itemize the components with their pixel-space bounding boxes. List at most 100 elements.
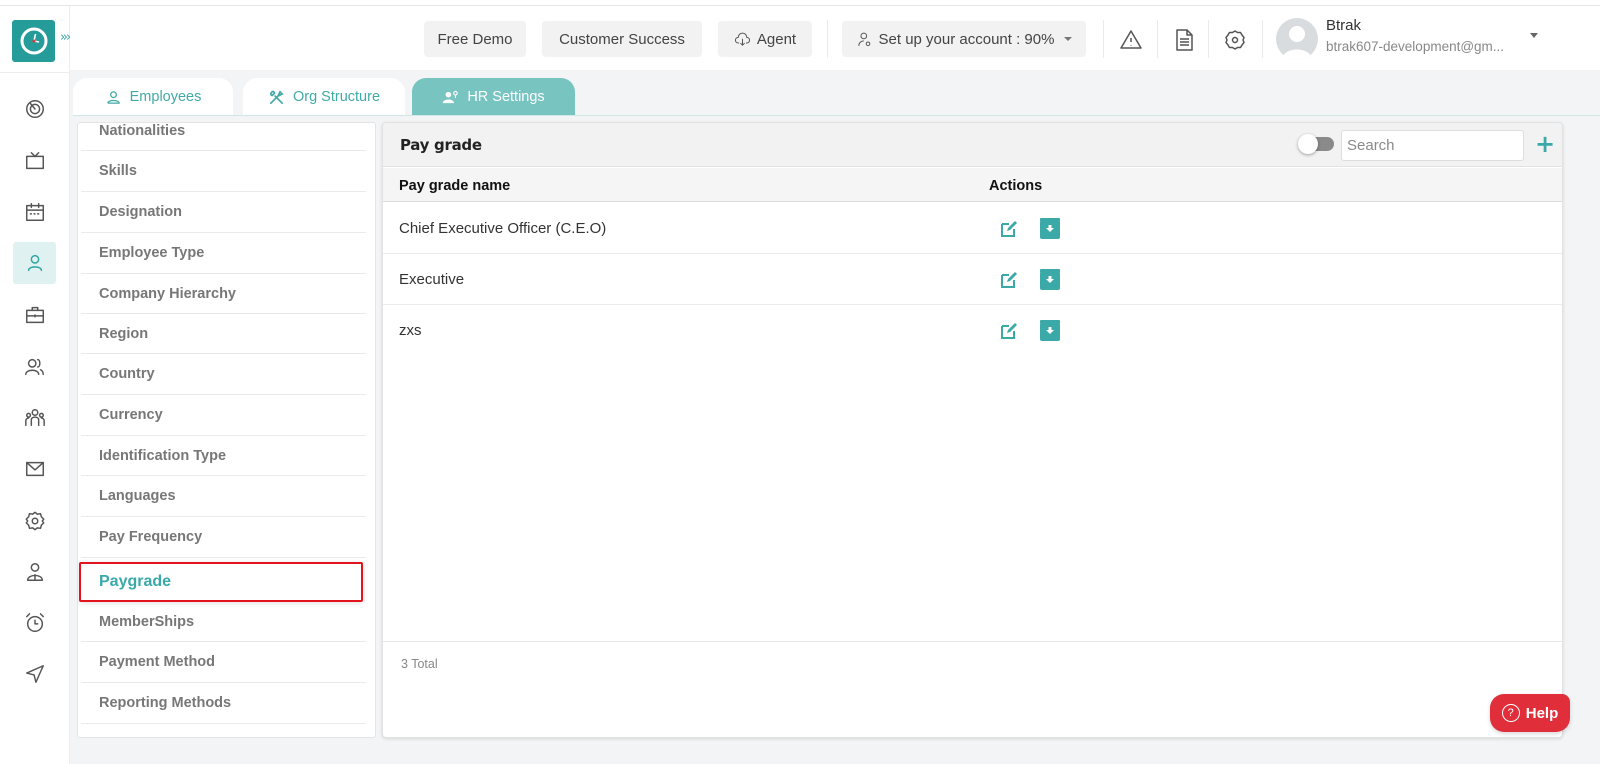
sidebar-item-settings[interactable] [13, 500, 56, 542]
sidebar-item-send[interactable] [13, 653, 56, 695]
caret-down-icon [1064, 37, 1073, 41]
tab-org-structure[interactable]: Org Structure [243, 78, 405, 116]
table-row: Chief Executive Officer (C.E.O) [383, 203, 1562, 254]
sidebar-item-timer[interactable] [13, 602, 56, 644]
free-demo-label: Free Demo [437, 30, 513, 48]
sidebar: »» [0, 6, 74, 764]
setup-account-label: Set up your account : 90% [878, 30, 1055, 48]
documents-button[interactable] [1172, 28, 1196, 52]
paygrade-panel: Pay grade + Pay grade name Actions Chief… [382, 122, 1563, 738]
calendar-icon [25, 203, 44, 221]
menu-item-skills[interactable]: Skills [81, 151, 366, 192]
divider [0, 72, 70, 73]
column-header-actions: Actions [989, 178, 1043, 194]
divider [827, 20, 828, 58]
user-setup-icon [857, 32, 870, 46]
table-row: Executive [383, 254, 1562, 305]
search-input[interactable] [1341, 130, 1524, 161]
menu-item-memberships[interactable]: MemberShips [81, 602, 366, 642]
tab-employees[interactable]: Employees [73, 78, 233, 116]
edit-icon[interactable] [1000, 271, 1018, 289]
menu-item-paygrade[interactable]: Paygrade [79, 562, 363, 602]
tv-icon [25, 152, 44, 170]
settings-icon [25, 511, 44, 531]
menu-item-payment-method[interactable]: Payment Method [81, 642, 366, 683]
menu-item-currency[interactable]: Currency [81, 395, 366, 436]
send-icon [25, 665, 44, 683]
tab-label: Employees [129, 89, 202, 105]
team-icon [24, 409, 45, 427]
alerts-button[interactable] [1119, 28, 1143, 52]
menu-item-pay-frequency[interactable]: Pay Frequency [81, 517, 366, 558]
tools-icon [269, 89, 284, 104]
menu-item-nationalities[interactable]: Nationalities [81, 123, 366, 151]
user-settings-icon [443, 90, 459, 103]
menu-item-reporting-methods[interactable]: Reporting Methods [81, 683, 366, 724]
app-logo[interactable] [12, 20, 55, 62]
paygrade-name: Chief Executive Officer (C.E.O) [399, 220, 607, 237]
divider [1103, 20, 1104, 58]
paygrade-name: zxs [399, 322, 422, 339]
briefcase-icon [25, 306, 44, 324]
sidebar-item-projects[interactable] [13, 294, 56, 336]
panel-header: Pay grade + [383, 123, 1562, 167]
agent-label: Agent [756, 30, 797, 48]
tab-label: HR Settings [467, 89, 545, 105]
sidebar-item-mail[interactable] [13, 448, 56, 490]
customer-success-button[interactable]: Customer Success [542, 21, 702, 57]
menu-item-employee-type[interactable]: Employee Type [81, 233, 366, 274]
toggle-knob [1298, 134, 1318, 154]
help-button[interactable]: ? Help [1490, 694, 1570, 732]
paygrade-name: Executive [399, 271, 465, 288]
menu-item-company-hierarchy[interactable]: Company Hierarchy [81, 274, 366, 314]
table-header: Pay grade name Actions [383, 168, 1562, 202]
add-paygrade-button[interactable]: + [1534, 131, 1556, 157]
clock-logo-icon [20, 27, 47, 55]
edit-icon[interactable] [1000, 322, 1018, 340]
table-row: zxs [383, 305, 1562, 356]
sidebar-item-calendar[interactable] [13, 191, 56, 233]
users-icon [24, 358, 44, 376]
archive-icon[interactable] [1040, 218, 1060, 239]
dashboard-icon [25, 100, 44, 118]
sidebar-item-team[interactable] [13, 397, 56, 439]
customer-success-label: Customer Success [559, 30, 685, 48]
alarm-clock-icon [25, 613, 44, 632]
hr-settings-menu: Nationalities Skills Designation Employe… [77, 122, 376, 738]
sidebar-item-tv[interactable] [13, 140, 56, 182]
panel-footer-divider [383, 641, 1562, 642]
user-name: Btrak [1326, 17, 1362, 34]
edit-icon[interactable] [1000, 220, 1018, 238]
user-icon [27, 254, 42, 272]
free-demo-button[interactable]: Free Demo [424, 21, 526, 57]
help-label: Help [1525, 704, 1559, 722]
setup-account-dropdown[interactable]: Set up your account : 90% [842, 21, 1086, 57]
sidebar-item-dashboard[interactable] [13, 88, 56, 130]
document-icon [1176, 29, 1193, 51]
panel-title: Pay grade [400, 136, 482, 154]
archive-icon[interactable] [1040, 269, 1060, 290]
menu-item-country[interactable]: Country [81, 354, 366, 395]
divider [1157, 20, 1158, 58]
divider [1262, 20, 1263, 58]
menu-item-region[interactable]: Region [81, 314, 366, 354]
user-icon [106, 90, 120, 104]
divider [1208, 20, 1209, 58]
menu-item-languages[interactable]: Languages [81, 476, 366, 517]
sidebar-item-employees[interactable] [13, 242, 56, 284]
archived-toggle[interactable] [1298, 134, 1334, 154]
agent-button[interactable]: Agent [718, 21, 812, 57]
tab-hr-settings[interactable]: HR Settings [412, 78, 575, 116]
avatar[interactable] [1276, 18, 1318, 60]
menu-item-identification-type[interactable]: Identification Type [81, 436, 366, 476]
sidebar-item-profile[interactable] [13, 551, 56, 593]
mail-icon [25, 461, 44, 477]
user-email: btrak607-development@gm... [1326, 39, 1505, 54]
settings-button[interactable] [1223, 28, 1247, 52]
help-circle-icon: ? [1501, 704, 1520, 722]
menu-item-designation[interactable]: Designation [81, 192, 366, 233]
profile-badge-icon [26, 563, 43, 581]
archive-icon[interactable] [1040, 320, 1060, 341]
user-menu-caret-icon[interactable] [1530, 33, 1538, 38]
sidebar-item-users[interactable] [13, 346, 56, 388]
